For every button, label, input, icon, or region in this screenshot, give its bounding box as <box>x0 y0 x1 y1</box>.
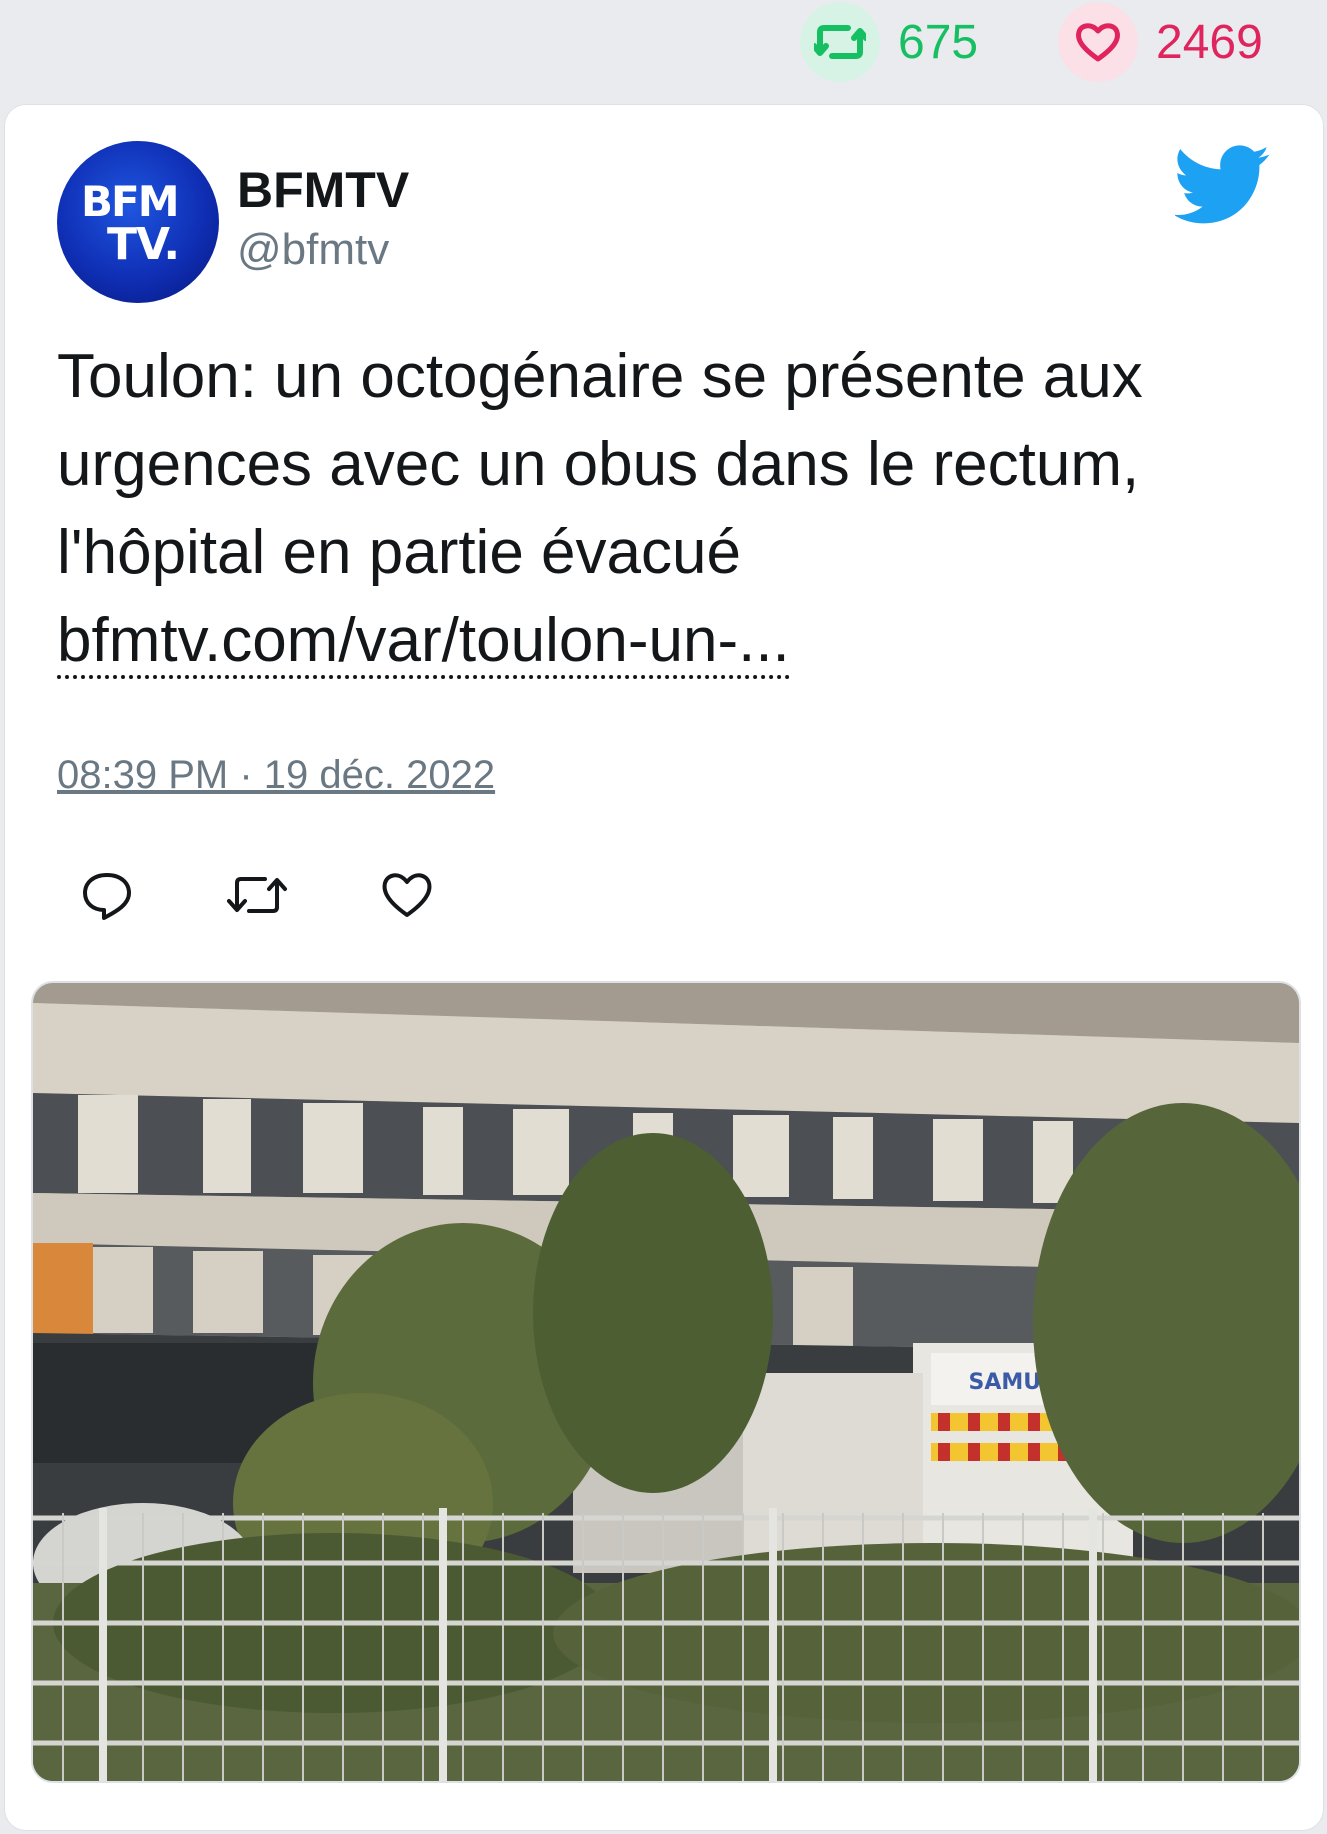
reply-icon[interactable] <box>77 865 137 925</box>
author-name[interactable]: BFMTV <box>237 161 409 219</box>
avatar-logo-line1: BFM <box>81 177 179 226</box>
avatar[interactable]: BFM TV. <box>57 141 219 303</box>
retweet-stat[interactable]: 675 <box>800 2 978 82</box>
tweet-link[interactable]: bfmtv.com/var/toulon-un-... <box>57 606 790 679</box>
tweet-body: Toulon: un octogénaire se présente aux u… <box>57 342 1143 587</box>
heart-icon[interactable] <box>1058 2 1138 82</box>
tweet-card: BFM TV. BFMTV @bfmtv Toulon: un octogéna… <box>4 104 1324 1831</box>
retweet-icon[interactable] <box>225 865 287 925</box>
tweet-timestamp[interactable]: 08:39 PM · 19 déc. 2022 <box>57 753 495 798</box>
like-stat[interactable]: 2469 <box>1058 2 1263 82</box>
tweet-photo[interactable]: SAMU 83 <box>31 981 1301 1783</box>
avatar-logo-line2: TV. <box>107 219 180 270</box>
tweet-text: Toulon: un octogénaire se présente aux u… <box>57 333 1287 685</box>
like-count: 2469 <box>1156 15 1263 69</box>
author-handle[interactable]: @bfmtv <box>237 225 389 275</box>
heart-icon[interactable] <box>377 865 437 925</box>
hospital-photo: SAMU 83 <box>33 983 1299 1781</box>
twitter-bird-icon[interactable] <box>1173 145 1271 225</box>
retweet-icon[interactable] <box>800 2 880 82</box>
engagement-stats: 675 2469 <box>0 0 1327 100</box>
retweet-count: 675 <box>898 15 979 69</box>
